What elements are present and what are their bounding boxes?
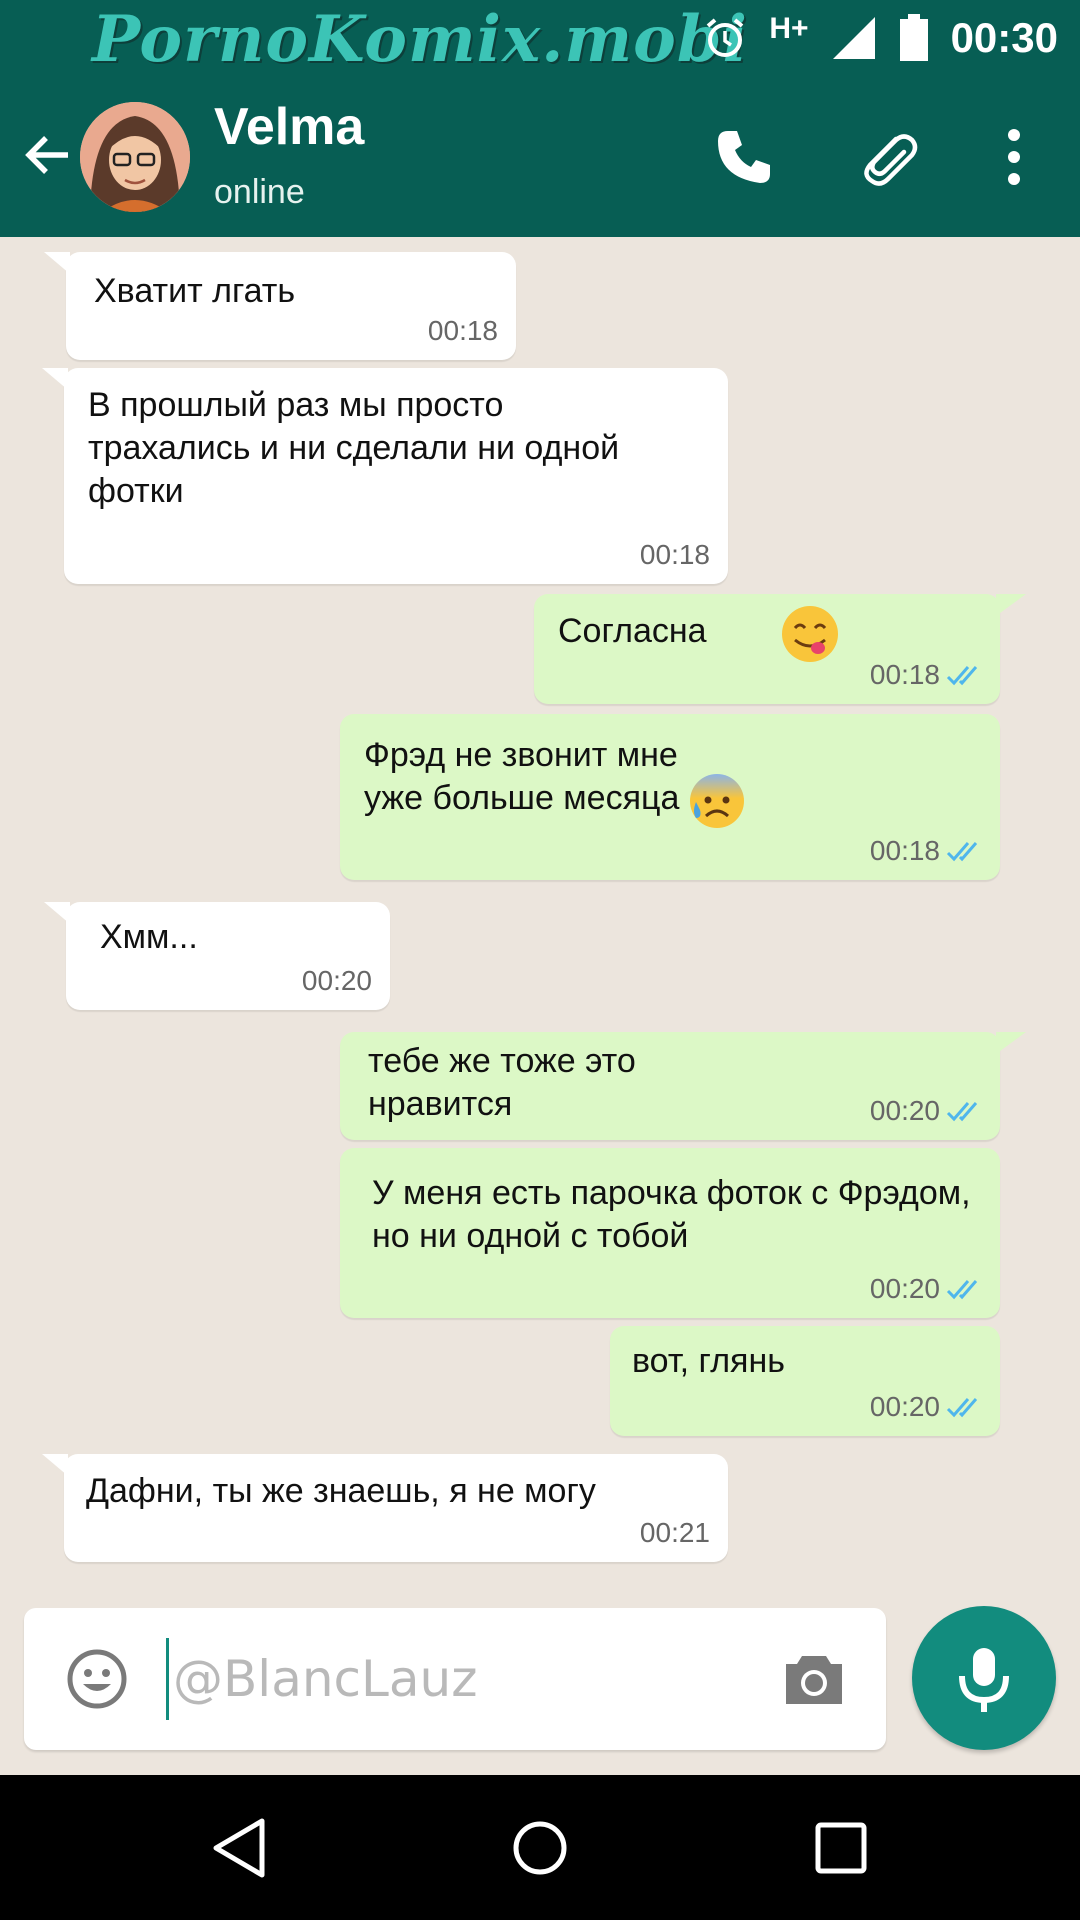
- back-arrow-icon[interactable]: [20, 127, 76, 183]
- message-outgoing[interactable]: вот, глянь 00:20: [610, 1326, 1000, 1436]
- message-time: 00:18: [427, 315, 498, 346]
- double-check-icon: [946, 1279, 978, 1299]
- message-meta: 00:18: [428, 309, 498, 352]
- anxious-sweat-emoji: [690, 774, 744, 828]
- message-meta: 00:20: [302, 959, 372, 1002]
- status-icons: H+ 00:30: [703, 0, 1058, 75]
- double-check-icon: [946, 841, 978, 861]
- message-text: В прошлый раз мы просто трахались и ни с…: [88, 386, 620, 510]
- message-outgoing[interactable]: тебе же тоже это нравится 00:20: [340, 1032, 1026, 1140]
- chat-header: Velma online: [0, 75, 1080, 237]
- nav-back-icon[interactable]: [206, 1813, 276, 1883]
- message-text: У меня есть парочка фоток с Фрэдом, но н…: [372, 1174, 971, 1255]
- composer: [0, 1590, 1080, 1775]
- message-time: 00:20: [301, 965, 372, 996]
- message-time: 00:21: [639, 1517, 710, 1548]
- message-meta: 00:20: [870, 1267, 982, 1310]
- avatar[interactable]: [80, 102, 190, 212]
- message-outgoing[interactable]: Согласна 00:18: [534, 594, 1026, 704]
- phone-icon[interactable]: [712, 125, 776, 189]
- double-check-icon: [946, 665, 978, 685]
- smiley-icon[interactable]: [66, 1648, 128, 1710]
- message-text: вот, глянь: [632, 1342, 785, 1380]
- system-nav-bar: [0, 1775, 1080, 1920]
- message-text: Фрэд не звонит мне уже больше месяца: [364, 736, 680, 817]
- composer-box: [24, 1608, 886, 1750]
- message-time: 00:18: [639, 539, 710, 570]
- mic-icon: [959, 1648, 1009, 1712]
- contact-name[interactable]: Velma: [214, 97, 364, 157]
- message-time: 00:18: [869, 835, 940, 866]
- nav-home-icon[interactable]: [505, 1813, 575, 1883]
- network-type: H+: [769, 11, 809, 45]
- message-time: 00:20: [869, 1391, 940, 1422]
- message-input[interactable]: [166, 1638, 766, 1720]
- paperclip-icon[interactable]: [856, 125, 920, 189]
- message-incoming[interactable]: В прошлый раз мы просто трахались и ни с…: [42, 368, 728, 584]
- message-text: Хватит лгать: [94, 272, 296, 310]
- message-meta: 00:18: [640, 533, 710, 576]
- message-text: Дафни, ты же знаешь, я не могу: [86, 1472, 596, 1510]
- message-text: тебе же тоже это нравится: [368, 1042, 636, 1123]
- mic-button[interactable]: [912, 1606, 1056, 1750]
- message-text: Согласна: [558, 612, 707, 650]
- message-incoming[interactable]: Хмм... 00:20: [44, 902, 390, 1010]
- clock: 00:30: [950, 13, 1058, 61]
- contact-status: online: [214, 173, 305, 211]
- status-bar: PornoKomix.mobi H+ 00:30: [0, 0, 1080, 77]
- alarm-icon: [707, 17, 744, 57]
- signal-icon: [832, 16, 875, 59]
- more-vert-icon[interactable]: [982, 125, 1046, 189]
- camera-icon[interactable]: [782, 1648, 846, 1708]
- message-time: 00:20: [869, 1095, 940, 1126]
- message-incoming[interactable]: Хватит лгать 00:18: [44, 252, 516, 360]
- nav-recents-icon[interactable]: [806, 1813, 876, 1883]
- watermark: PornoKomix.mobi: [92, 2, 748, 77]
- message-outgoing[interactable]: У меня есть парочка фоток с Фрэдом, но н…: [340, 1148, 1000, 1318]
- double-check-icon: [946, 1397, 978, 1417]
- message-time: 00:18: [869, 659, 940, 690]
- yum-emoji: [782, 606, 838, 662]
- message-text: Хмм...: [100, 918, 198, 956]
- message-meta: 00:21: [640, 1511, 710, 1554]
- double-check-icon: [946, 1101, 978, 1121]
- message-incoming[interactable]: Дафни, ты же знаешь, я не могу 00:21: [42, 1454, 728, 1562]
- message-meta: 00:18: [870, 829, 982, 872]
- battery-icon: [899, 13, 928, 61]
- message-meta: 00:20: [870, 1385, 982, 1428]
- message-meta: 00:18: [870, 653, 982, 696]
- message-meta: 00:20: [870, 1089, 982, 1132]
- message-outgoing[interactable]: Фрэд не звонит мне уже больше месяца 00:…: [340, 714, 1000, 880]
- message-time: 00:20: [869, 1273, 940, 1304]
